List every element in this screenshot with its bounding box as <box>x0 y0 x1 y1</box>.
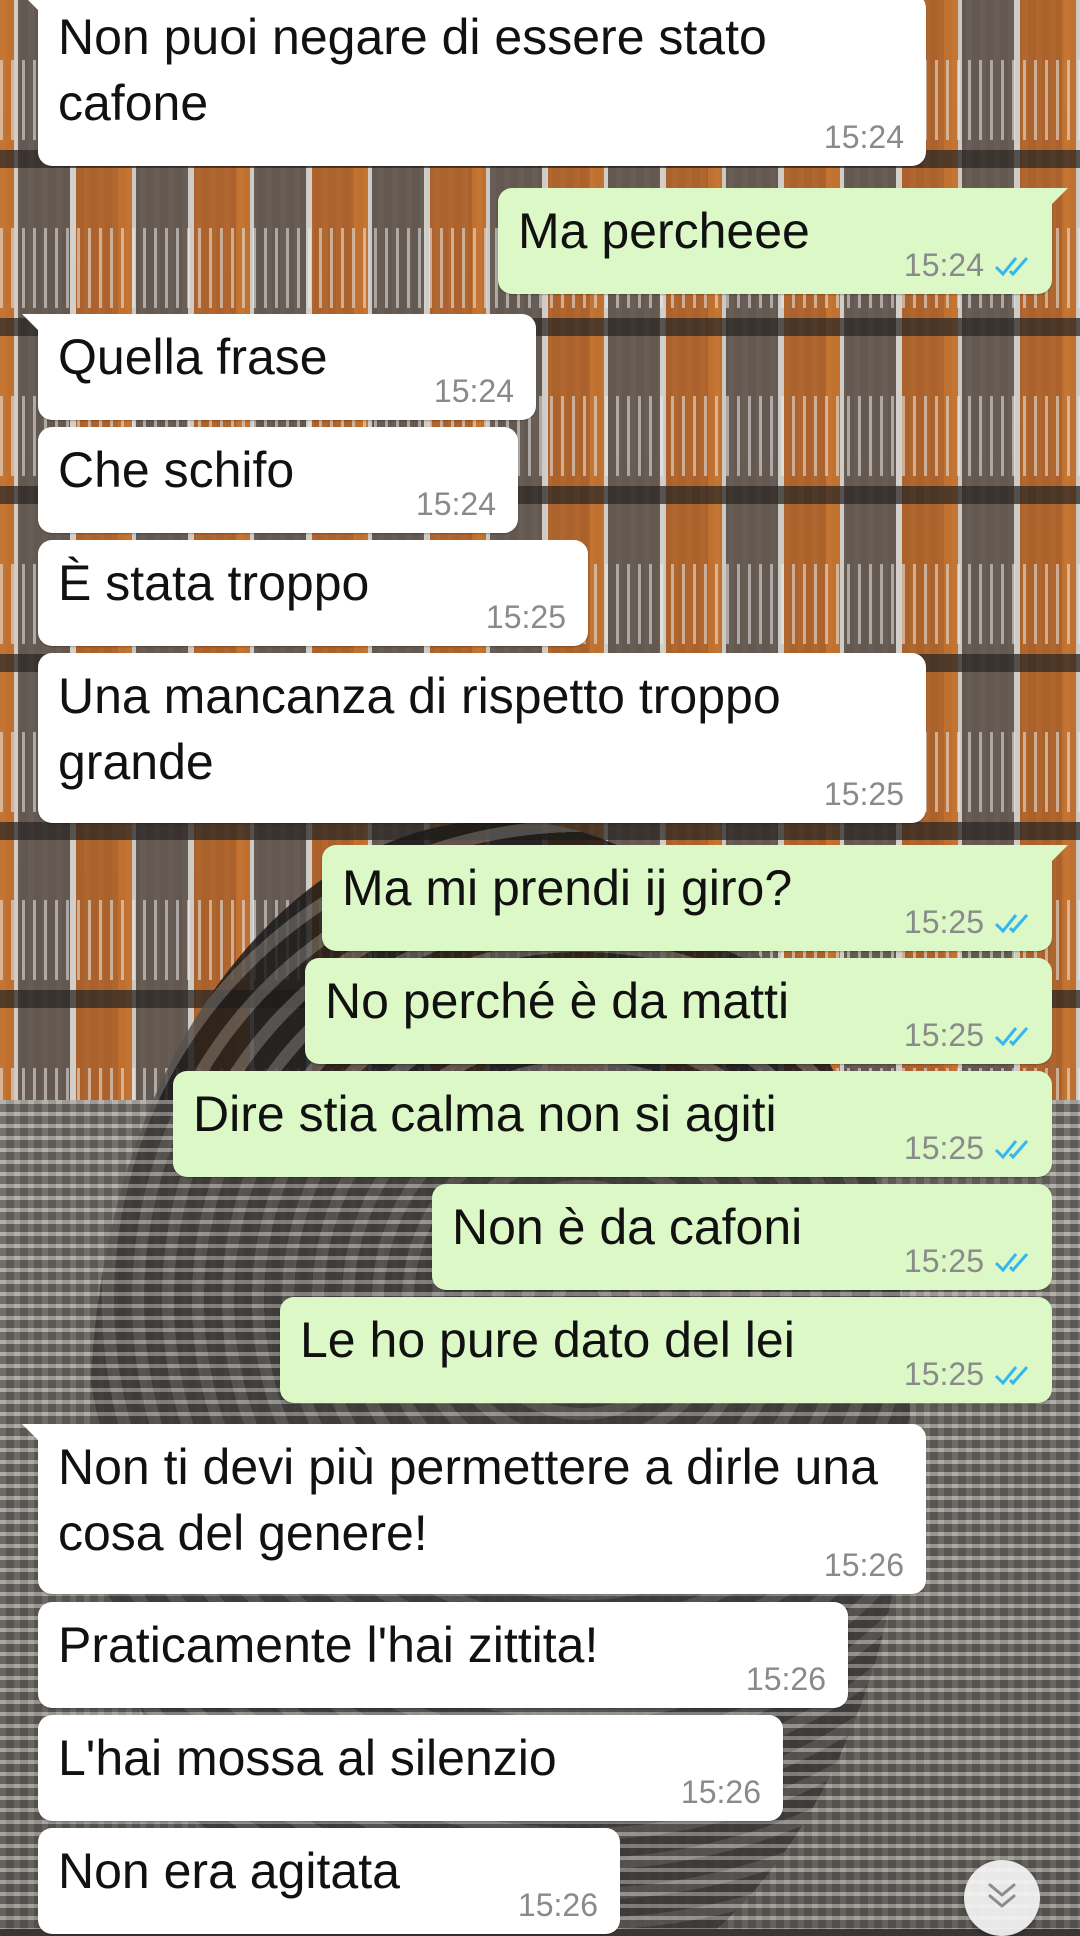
message-text: Quella frase <box>58 329 328 385</box>
message-time: 15:25 <box>903 1243 984 1279</box>
message-text: Ma percheee <box>518 203 810 259</box>
incoming-message[interactable]: È stata troppo 15:25 <box>38 540 588 646</box>
message-text: Dire stia calma non si agiti <box>193 1086 777 1142</box>
message-text: Non era agitata <box>58 1843 400 1899</box>
double-check-icon <box>994 1024 1034 1048</box>
message-text: No perché è da matti <box>325 973 790 1029</box>
message-text: Non è da cafoni <box>452 1199 803 1255</box>
double-check-icon <box>994 1250 1034 1274</box>
message-time: 15:26 <box>823 1547 904 1583</box>
incoming-message[interactable]: Non puoi negare di essere stato cafone 1… <box>22 0 926 166</box>
incoming-message[interactable]: Una mancanza di rispetto troppo grande 1… <box>38 653 926 823</box>
message-time: 15:24 <box>903 247 984 283</box>
message-time: 15:25 <box>903 1356 984 1392</box>
incoming-message[interactable]: Non ti devi più permettere a dirle una c… <box>22 1424 926 1594</box>
outgoing-message[interactable]: No perché è da matti 15:25 <box>305 958 1052 1064</box>
message-text: È stata troppo <box>58 555 370 611</box>
incoming-message[interactable]: Quella frase 15:24 <box>22 314 536 420</box>
outgoing-message[interactable]: Le ho pure dato del lei 15:25 <box>280 1297 1052 1403</box>
outgoing-message[interactable]: Ma percheee 15:24 <box>498 188 1068 294</box>
message-text: Praticamente l'hai zittita! <box>58 1617 599 1673</box>
outgoing-message[interactable]: Non è da cafoni 15:25 <box>432 1184 1052 1290</box>
incoming-message[interactable]: L'hai mossa al silenzio 15:26 <box>38 1715 783 1821</box>
message-time: 15:24 <box>415 486 496 522</box>
message-text: Che schifo <box>58 442 295 498</box>
message-time: 15:26 <box>517 1887 598 1923</box>
message-text: Ma mi prendi ij giro? <box>342 860 793 916</box>
message-time: 15:25 <box>903 904 984 940</box>
incoming-message[interactable]: Non era agitata 15:26 <box>38 1828 620 1934</box>
message-time: 15:26 <box>745 1661 826 1697</box>
message-time: 15:25 <box>823 776 904 812</box>
double-check-icon <box>994 1363 1034 1387</box>
double-check-icon <box>994 1137 1034 1161</box>
scroll-to-bottom-button[interactable] <box>964 1860 1040 1936</box>
message-time: 15:25 <box>903 1130 984 1166</box>
message-text: Non ti devi più permettere a dirle una c… <box>58 1439 892 1561</box>
message-time: 15:24 <box>823 119 904 155</box>
message-time: 15:26 <box>680 1774 761 1810</box>
incoming-message[interactable]: Praticamente l'hai zittita! 15:26 <box>38 1602 848 1708</box>
message-time: 15:24 <box>433 373 514 409</box>
message-time: 15:25 <box>903 1017 984 1053</box>
message-text: Una mancanza di rispetto troppo grande <box>58 668 795 790</box>
outgoing-message[interactable]: Ma mi prendi ij giro? 15:25 <box>322 845 1068 951</box>
outgoing-message[interactable]: Dire stia calma non si agiti 15:25 <box>173 1071 1052 1177</box>
chevron-double-down-icon <box>984 1881 1020 1916</box>
message-text: L'hai mossa al silenzio <box>58 1730 557 1786</box>
message-text: Non puoi negare di essere stato cafone <box>58 9 781 131</box>
message-text: Le ho pure dato del lei <box>300 1312 795 1368</box>
double-check-icon <box>994 254 1034 278</box>
incoming-message[interactable]: Che schifo 15:24 <box>38 427 518 533</box>
message-time: 15:25 <box>485 599 566 635</box>
double-check-icon <box>994 911 1034 935</box>
